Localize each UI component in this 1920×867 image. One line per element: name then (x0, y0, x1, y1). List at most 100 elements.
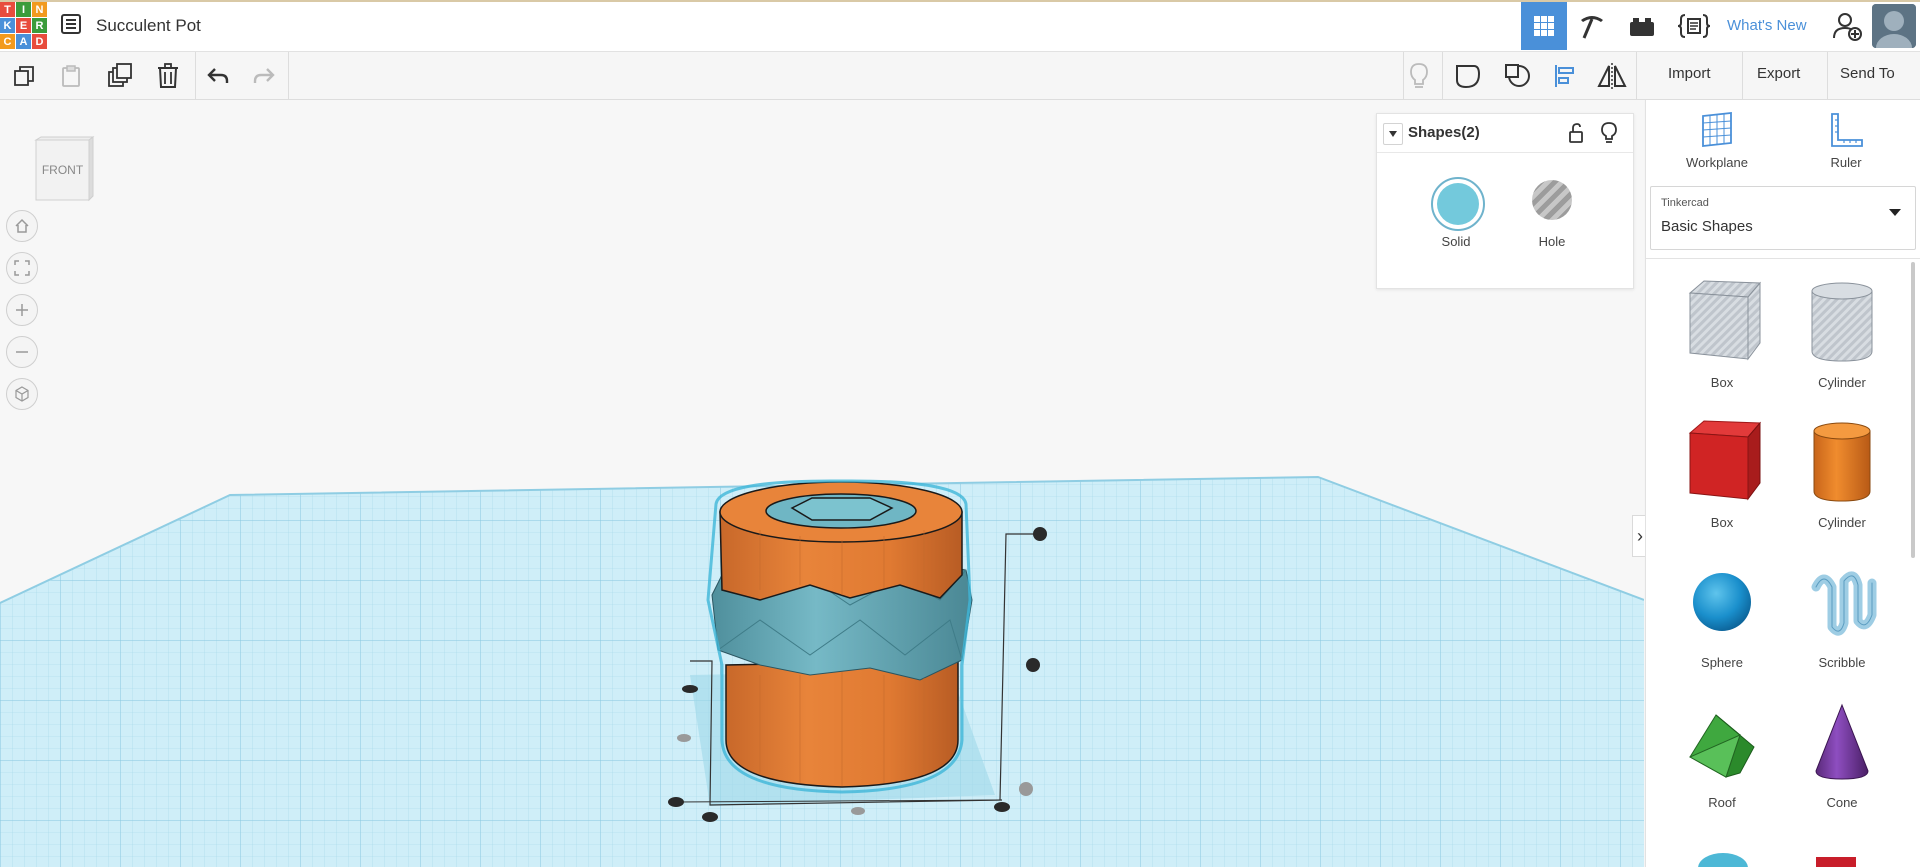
paste-icon[interactable] (56, 61, 86, 91)
home-icon (15, 218, 29, 233)
visibility-bulb-icon[interactable] (1601, 122, 1617, 149)
corner-handle[interactable] (702, 812, 718, 822)
shape-sphere[interactable]: Sphere (1672, 557, 1772, 677)
shape-cylinder[interactable]: Cylinder (1792, 417, 1892, 537)
import-button[interactable]: Import (1668, 65, 1711, 82)
collapse-inspector-button[interactable] (1383, 123, 1403, 145)
align-icon[interactable] (1550, 61, 1580, 91)
shape-label: Box (1710, 515, 1734, 530)
light-bulb-icon[interactable] (1404, 61, 1434, 91)
library-name: Basic Shapes (1661, 218, 1753, 235)
minus-icon (16, 351, 28, 353)
ungroup-icon[interactable] (1502, 61, 1532, 91)
shape-label: Roof (1708, 795, 1736, 810)
zoom-in-button[interactable] (6, 294, 38, 326)
redo-icon[interactable] (249, 61, 279, 91)
rotate-handle[interactable] (1019, 782, 1033, 796)
toolbar-divider (288, 52, 289, 99)
group-icon[interactable] (1453, 61, 1483, 91)
shape-box-hole[interactable]: Box (1672, 277, 1772, 397)
bricks-icon[interactable] (1619, 2, 1665, 50)
fit-icon (14, 260, 30, 276)
corner-handle[interactable] (668, 797, 684, 807)
dropdown-caret-icon (1889, 209, 1901, 216)
hole-swatch[interactable] (1532, 180, 1572, 220)
shapes-library-panel: Workplane Ruler Tinkercad Basic Shapes B… (1645, 100, 1920, 867)
shape-box[interactable]: Box (1672, 417, 1772, 537)
toolbar-divider (1827, 52, 1828, 99)
export-button[interactable]: Export (1757, 65, 1800, 82)
box-icon (1688, 420, 1762, 501)
mirror-icon[interactable] (1597, 61, 1627, 91)
shape-partial-red[interactable] (1816, 857, 1856, 867)
view-cube-label: FRONT (42, 163, 84, 177)
workplane-tool[interactable]: Workplane (1672, 111, 1762, 170)
shape-roof[interactable]: Roof (1672, 697, 1772, 817)
solid-swatch[interactable] (1431, 177, 1485, 231)
lock-icon[interactable] (1567, 123, 1585, 148)
shape-cone[interactable]: Cone (1792, 697, 1892, 817)
zoom-out-button[interactable] (6, 336, 38, 368)
grid-view-icon[interactable] (1521, 2, 1567, 50)
logo-letter: I (16, 2, 31, 17)
caret-down-icon (1389, 131, 1397, 137)
pickaxe-icon[interactable] (1569, 2, 1615, 50)
toolbar-divider (1742, 52, 1743, 99)
shape-label: Box (1710, 375, 1734, 390)
duplicate-icon[interactable] (105, 61, 135, 91)
add-user-icon[interactable] (1824, 2, 1870, 50)
shape-scribble[interactable]: Scribble (1792, 557, 1892, 677)
perspective-button[interactable] (6, 378, 38, 410)
chevron-right-icon: › (1637, 525, 1643, 546)
solid-label: Solid (1441, 234, 1471, 249)
corner-handle[interactable] (677, 734, 691, 742)
toolbar-divider (1636, 52, 1637, 99)
logo-letter: D (32, 34, 47, 49)
cone-icon (1815, 703, 1869, 780)
user-avatar[interactable] (1872, 4, 1916, 48)
edit-toolbar: Import Export Send To (0, 52, 1920, 100)
design-title[interactable]: Succulent Pot (96, 16, 201, 36)
side-handle[interactable] (1026, 658, 1040, 672)
height-handle[interactable] (1033, 527, 1047, 541)
cylinder-hole-icon (1811, 282, 1873, 362)
hole-label: Hole (1538, 234, 1566, 249)
corner-handle[interactable] (682, 685, 698, 693)
logo-letter: N (32, 2, 47, 17)
home-view-button[interactable] (6, 210, 38, 242)
logo-letter: K (0, 18, 15, 33)
logo-letter: T (0, 2, 15, 17)
inspector-title: Shapes(2) (1408, 124, 1480, 141)
copy-icon[interactable] (9, 61, 39, 91)
box-hole-icon (1688, 280, 1762, 361)
library-source: Tinkercad (1661, 197, 1709, 209)
delete-icon[interactable] (153, 61, 183, 91)
view-cube[interactable]: FRONT (33, 134, 95, 202)
code-blocks-icon[interactable] (1671, 2, 1717, 50)
shape-inspector-panel: Shapes(2) Solid Hole (1376, 113, 1634, 289)
edge-handle[interactable] (851, 807, 865, 815)
plus-icon (16, 304, 28, 316)
inspector-header: Shapes(2) (1377, 114, 1633, 153)
ruler-tool[interactable]: Ruler (1801, 112, 1891, 170)
workplane-icon (1702, 111, 1732, 148)
design-list-icon[interactable] (60, 13, 82, 35)
logo-letter: A (16, 34, 31, 49)
toolbar-divider (1442, 52, 1443, 99)
tinkercad-logo[interactable]: T I N K E R C A D (0, 2, 47, 49)
sphere-icon (1693, 573, 1751, 631)
library-scroll-thumb[interactable] (1911, 262, 1915, 558)
send-to-button[interactable]: Send To (1840, 65, 1895, 82)
whats-new-link[interactable]: What's New (1727, 17, 1807, 34)
roof-icon (1688, 714, 1755, 778)
corner-handle[interactable] (994, 802, 1010, 812)
shape-label: Cylinder (1818, 375, 1866, 390)
fit-view-button[interactable] (6, 252, 38, 284)
logo-letter: C (0, 34, 15, 49)
shape-cylinder-hole[interactable]: Cylinder (1792, 277, 1892, 397)
undo-icon[interactable] (203, 61, 233, 91)
shape-partial-torus[interactable] (1698, 853, 1748, 867)
ruler-label: Ruler (1830, 155, 1862, 170)
shape-label: Cylinder (1818, 515, 1866, 530)
shape-library-select[interactable]: Tinkercad Basic Shapes (1650, 186, 1916, 250)
